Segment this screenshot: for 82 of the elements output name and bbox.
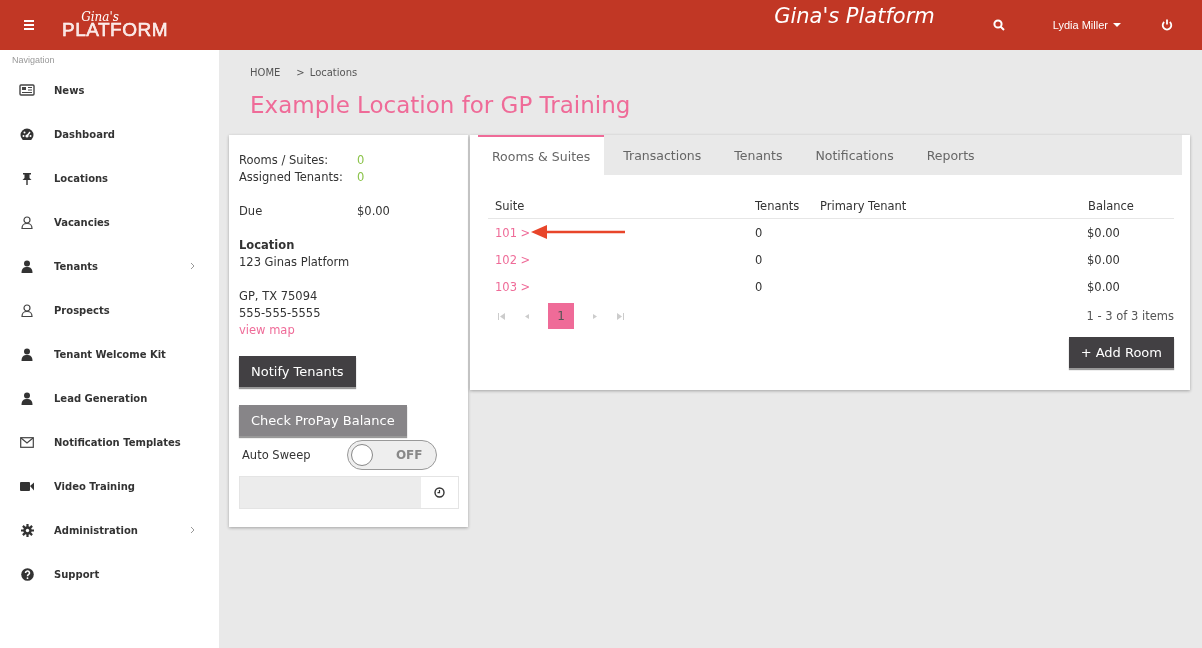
user-icon [21, 347, 33, 361]
stat-value: 0 [357, 169, 366, 186]
caret-icon [1113, 23, 1121, 27]
notify-button[interactable]: Notify Tenants [239, 356, 356, 387]
table-cell-text: 0 [754, 279, 764, 294]
breadcrumb-separator: > [296, 67, 305, 78]
menu-icon [24, 19, 34, 31]
nav-item[interactable]: Prospects [0, 288, 219, 332]
nav-item[interactable]: Locations [0, 156, 219, 200]
logo-script: Gina's [81, 11, 119, 23]
nav-item[interactable]: Dashboard [0, 112, 219, 156]
first-page-icon [498, 312, 505, 320]
gauge-icon [20, 128, 34, 140]
user-outline-icon [21, 215, 33, 229]
last-page-button[interactable] [617, 312, 624, 320]
nav-item[interactable]: Lead Generation [0, 376, 219, 420]
tab[interactable]: Rooms & Suites [478, 135, 605, 176]
stat-label: Rooms / Suites: [239, 152, 330, 169]
due-label: Due [239, 203, 264, 220]
table-cell-text: $0.00 [1086, 252, 1121, 267]
column-header: Primary Tenant [819, 199, 908, 213]
newspaper-icon [19, 84, 35, 96]
menu-button[interactable] [24, 19, 34, 31]
chevron-icon [190, 526, 195, 534]
nav-item[interactable]: Notification Templates [0, 420, 219, 464]
chevron-icon [190, 262, 195, 270]
nav-item[interactable]: Tenants [0, 244, 219, 288]
logo-text: PLATFORM [62, 20, 169, 39]
breadcrumb-link[interactable]: HOME [250, 67, 281, 78]
toggle-label: Auto Sweep [242, 446, 311, 464]
tab[interactable]: Tenants [720, 135, 797, 175]
nav-item[interactable]: Administration [0, 508, 219, 552]
address-line: 555-555-5555 [239, 305, 322, 322]
last-page-icon [617, 312, 624, 320]
nav-item[interactable]: Support [0, 552, 219, 596]
nav-item[interactable]: Vacancies [0, 200, 219, 244]
next-page-icon [592, 312, 599, 320]
stat-value: 0 [357, 152, 366, 169]
location-heading: Location [239, 237, 296, 254]
balance-button[interactable]: Check ProPay Balance [239, 405, 407, 436]
tab[interactable]: Reports [912, 135, 989, 175]
due-value: $0.00 [357, 203, 391, 220]
add-room-button[interactable]: + Add Room [1068, 337, 1174, 368]
nav-heading: Navigation [11, 54, 56, 67]
time-field[interactable] [239, 476, 459, 509]
nav-item[interactable]: Video Training [0, 464, 219, 508]
tab[interactable]: Notifications [801, 135, 908, 175]
table-cell-text: $0.00 [1086, 225, 1121, 240]
column-header: Tenants [754, 199, 801, 213]
previous-page-button[interactable] [523, 312, 530, 320]
nav-item[interactable]: News [0, 68, 219, 112]
user-outline-icon [21, 303, 33, 317]
page-title: Example Location for GP Training [250, 92, 632, 118]
nav-item[interactable]: Tenant Welcome Kit [0, 332, 219, 376]
search-icon [992, 19, 1005, 31]
clock-icon [434, 487, 445, 498]
column-header: Suite [494, 199, 526, 213]
power-icon [1161, 19, 1173, 31]
breadcrumb-current: Locations [309, 67, 358, 78]
app-title: Gina's Platform [774, 4, 935, 28]
search-button[interactable] [992, 19, 1005, 31]
tab[interactable]: Transactions [609, 135, 716, 175]
user-icon [21, 259, 33, 273]
address-line: GP, TX 75094 [239, 288, 319, 305]
table-cell-text: 0 [754, 252, 764, 267]
user-menu[interactable]: Lydia Miller [1046, 18, 1127, 32]
pushpin-icon [21, 171, 33, 185]
power-button[interactable] [1161, 19, 1173, 31]
table-cell-text: 0 [754, 225, 764, 240]
previous-page-icon [523, 312, 530, 320]
stat-label: Assigned Tenants: [239, 169, 344, 186]
pager-info: 1 - 3 of 3 items [1086, 309, 1174, 323]
table-cell-text: $0.00 [1086, 279, 1121, 294]
user-icon [21, 391, 33, 405]
envelope-icon [20, 436, 34, 448]
video-camera-icon [20, 480, 34, 492]
next-page-button[interactable] [592, 312, 599, 320]
address-line: 123 Ginas Platform [239, 254, 351, 271]
first-page-button[interactable] [498, 312, 505, 320]
question-icon [20, 567, 34, 581]
gear-icon [20, 523, 34, 537]
column-header: Balance [1087, 199, 1135, 213]
